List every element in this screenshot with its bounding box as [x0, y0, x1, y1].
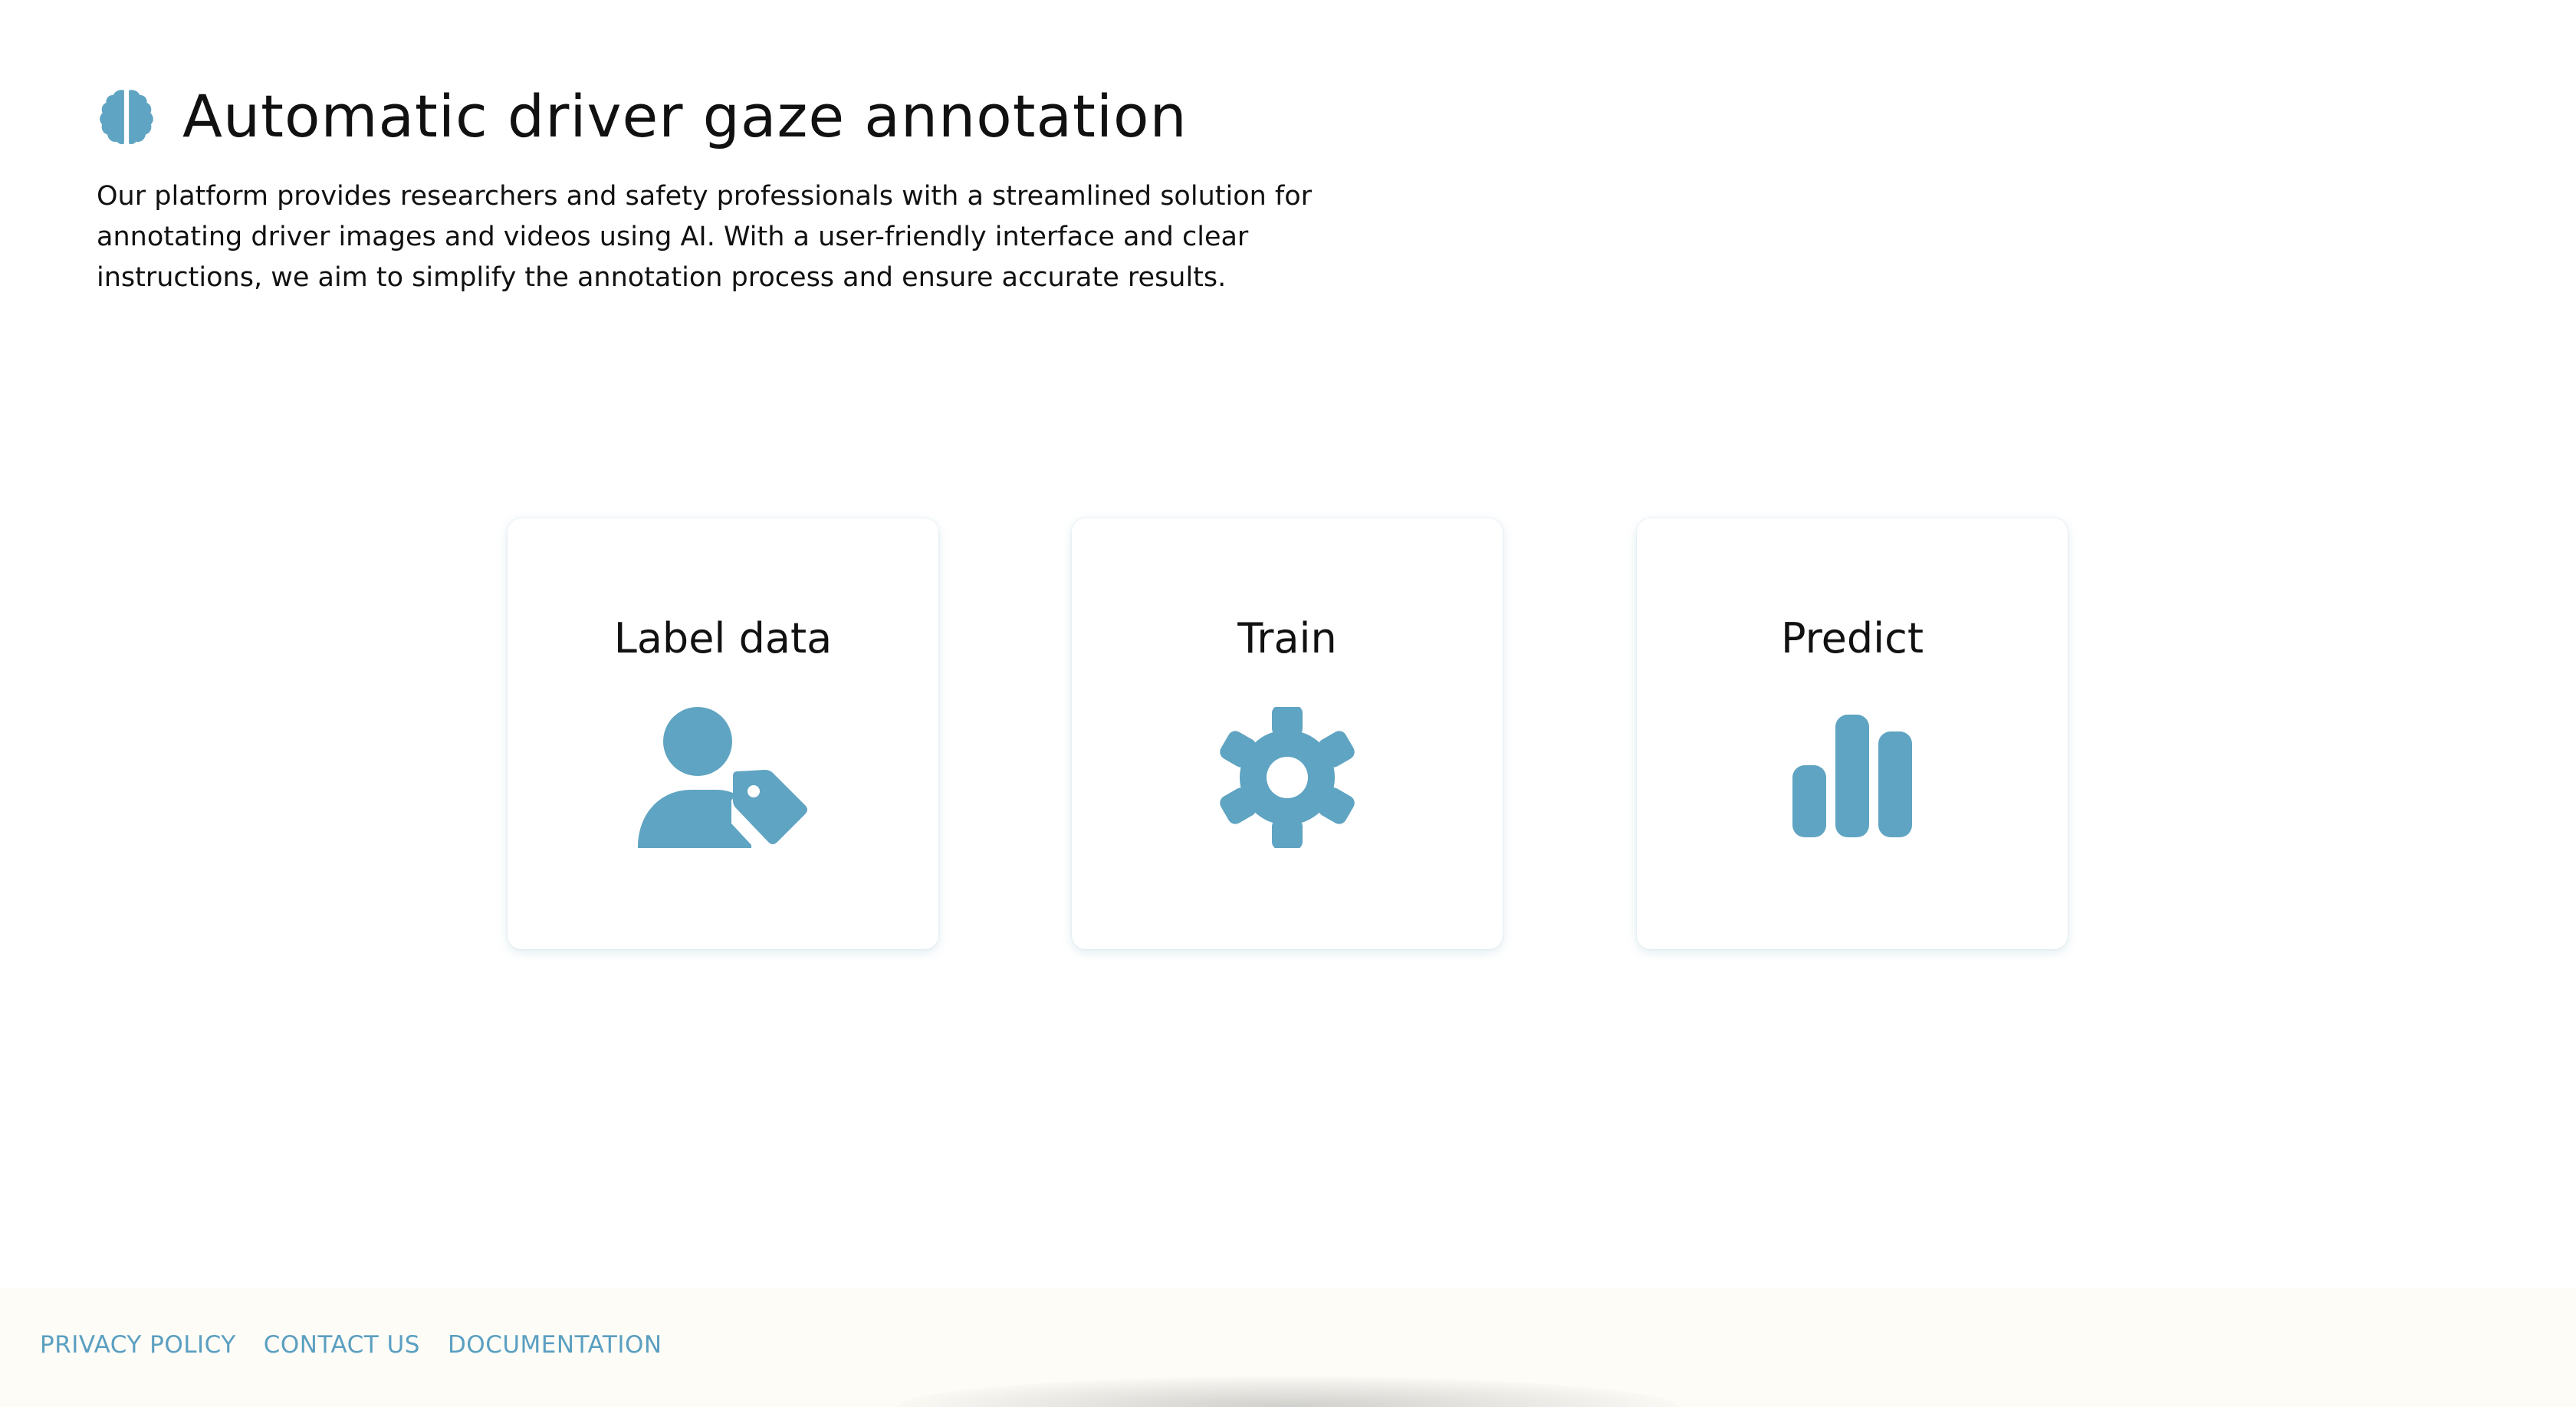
- card-title: Train: [1237, 614, 1337, 662]
- page-description: Our platform provides researchers and sa…: [97, 181, 1313, 293]
- page: Automatic driver gaze annotation Our pla…: [0, 0, 2576, 1407]
- footer-links: PRIVACY POLICY CONTACT US DOCUMENTATION: [40, 1331, 662, 1359]
- user-tag-icon: [638, 707, 807, 848]
- footer: PRIVACY POLICY CONTACT US DOCUMENTATION: [0, 1288, 2576, 1407]
- gear-icon: [1220, 707, 1355, 848]
- train-card[interactable]: Train: [1072, 518, 1503, 949]
- privacy-policy-link[interactable]: PRIVACY POLICY: [40, 1331, 236, 1359]
- page-title: Automatic driver gaze annotation: [182, 82, 1188, 150]
- footer-shadow: [897, 1376, 1679, 1407]
- predict-card[interactable]: Predict: [1637, 518, 2068, 949]
- bar-chart-icon: [1792, 715, 1912, 837]
- title-row: Automatic driver gaze annotation: [97, 80, 1446, 153]
- contact-us-link[interactable]: CONTACT US: [264, 1331, 420, 1359]
- label-data-card[interactable]: Label data: [508, 518, 938, 949]
- card-title: Label data: [613, 614, 833, 662]
- card-title: Predict: [1781, 614, 1924, 662]
- header: Automatic driver gaze annotation Our pla…: [97, 80, 1446, 298]
- action-cards: Label data Train Predict: [508, 518, 2072, 949]
- documentation-link[interactable]: DOCUMENTATION: [448, 1331, 662, 1359]
- brain-icon: [100, 90, 153, 145]
